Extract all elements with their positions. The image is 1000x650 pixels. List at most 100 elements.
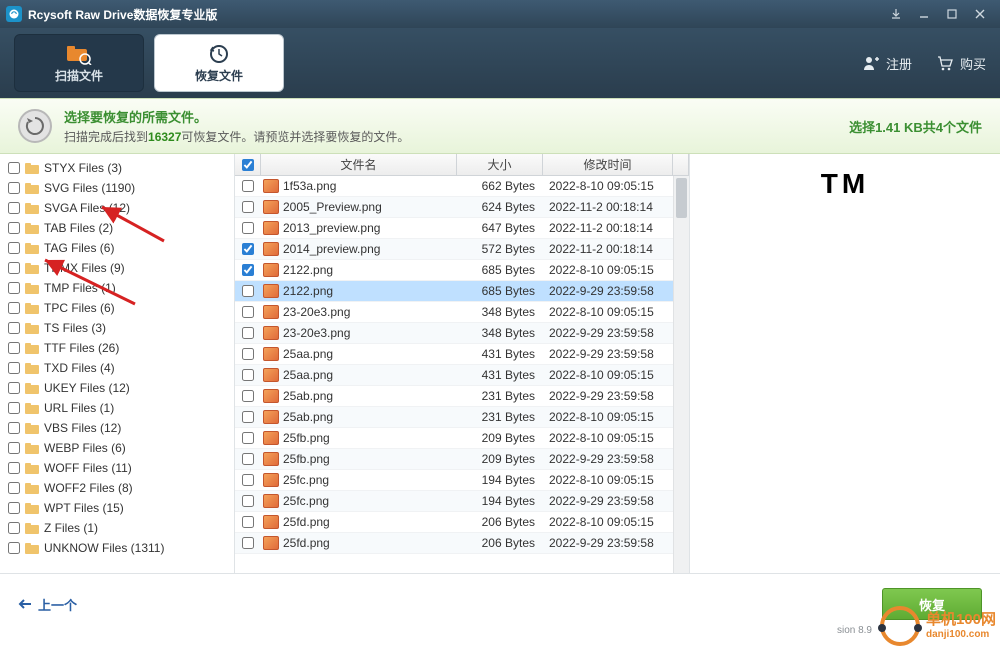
category-item[interactable]: TS Files (3) — [6, 318, 228, 338]
table-row[interactable]: 2005_Preview.png 624 Bytes 2022-11-2 00:… — [235, 197, 673, 218]
minimize-button[interactable] — [910, 4, 938, 24]
table-row[interactable]: 25ab.png 231 Bytes 2022-9-29 23:59:58 — [235, 386, 673, 407]
row-checkbox[interactable] — [242, 369, 254, 381]
category-label: URL Files (1) — [44, 401, 114, 415]
vertical-scrollbar[interactable] — [673, 176, 689, 573]
category-checkbox[interactable] — [8, 362, 20, 374]
table-row[interactable]: 23-20e3.png 348 Bytes 2022-9-29 23:59:58 — [235, 323, 673, 344]
category-item[interactable]: WEBP Files (6) — [6, 438, 228, 458]
row-checkbox[interactable] — [242, 264, 254, 276]
category-checkbox[interactable] — [8, 182, 20, 194]
download-icon[interactable] — [882, 4, 910, 24]
category-checkbox[interactable] — [8, 202, 20, 214]
category-item[interactable]: Z Files (1) — [6, 518, 228, 538]
category-item[interactable]: TPC Files (6) — [6, 298, 228, 318]
category-item[interactable]: THMX Files (9) — [6, 258, 228, 278]
table-row[interactable]: 25fb.png 209 Bytes 2022-9-29 23:59:58 — [235, 449, 673, 470]
category-item[interactable]: TTF Files (26) — [6, 338, 228, 358]
table-row[interactable]: 2122.png 685 Bytes 2022-8-10 09:05:15 — [235, 260, 673, 281]
category-item[interactable]: UKEY Files (12) — [6, 378, 228, 398]
category-item[interactable]: TMP Files (1) — [6, 278, 228, 298]
tab-scan-files[interactable]: 扫描文件 — [14, 34, 144, 92]
table-row[interactable]: 1f53a.png 662 Bytes 2022-8-10 09:05:15 — [235, 176, 673, 197]
category-checkbox[interactable] — [8, 502, 20, 514]
category-checkbox[interactable] — [8, 462, 20, 474]
category-item[interactable]: WOFF2 Files (8) — [6, 478, 228, 498]
table-row[interactable]: 25fb.png 209 Bytes 2022-8-10 09:05:15 — [235, 428, 673, 449]
table-row[interactable]: 2122.png 685 Bytes 2022-9-29 23:59:58 — [235, 281, 673, 302]
category-item[interactable]: TAB Files (2) — [6, 218, 228, 238]
category-item[interactable]: STYX Files (3) — [6, 158, 228, 178]
row-checkbox[interactable] — [242, 180, 254, 192]
category-item[interactable]: SVG Files (1190) — [6, 178, 228, 198]
category-checkbox[interactable] — [8, 482, 20, 494]
category-item[interactable]: UNKNOW Files (1311) — [6, 538, 228, 558]
buy-button[interactable]: 购买 — [936, 54, 986, 73]
category-panel[interactable]: STYX Files (3) SVG Files (1190) SVGA Fil… — [0, 154, 235, 573]
table-row[interactable]: 25ab.png 231 Bytes 2022-8-10 09:05:15 — [235, 407, 673, 428]
table-row[interactable]: 2013_preview.png 647 Bytes 2022-11-2 00:… — [235, 218, 673, 239]
register-button[interactable]: 注册 — [862, 54, 912, 73]
table-row[interactable]: 25aa.png 431 Bytes 2022-8-10 09:05:15 — [235, 365, 673, 386]
category-checkbox[interactable] — [8, 282, 20, 294]
header-size[interactable]: 大小 — [457, 154, 543, 175]
category-item[interactable]: TXD Files (4) — [6, 358, 228, 378]
table-row[interactable]: 25fc.png 194 Bytes 2022-9-29 23:59:58 — [235, 491, 673, 512]
category-checkbox[interactable] — [8, 162, 20, 174]
table-row[interactable]: 2014_preview.png 572 Bytes 2022-11-2 00:… — [235, 239, 673, 260]
category-checkbox[interactable] — [8, 342, 20, 354]
header-checkbox[interactable] — [235, 154, 261, 175]
category-checkbox[interactable] — [8, 242, 20, 254]
table-row[interactable]: 25fd.png 206 Bytes 2022-8-10 09:05:15 — [235, 512, 673, 533]
category-item[interactable]: WPT Files (15) — [6, 498, 228, 518]
category-checkbox[interactable] — [8, 442, 20, 454]
category-checkbox[interactable] — [8, 402, 20, 414]
category-item[interactable]: VBS Files (12) — [6, 418, 228, 438]
row-checkbox[interactable] — [242, 348, 254, 360]
row-checkbox[interactable] — [242, 390, 254, 402]
row-checkbox[interactable] — [242, 411, 254, 423]
file-time: 2022-9-29 23:59:58 — [543, 389, 673, 403]
close-button[interactable] — [966, 4, 994, 24]
category-checkbox[interactable] — [8, 522, 20, 534]
table-row[interactable]: 23-20e3.png 348 Bytes 2022-8-10 09:05:15 — [235, 302, 673, 323]
row-checkbox[interactable] — [242, 306, 254, 318]
category-item[interactable]: TAG Files (6) — [6, 238, 228, 258]
category-checkbox[interactable] — [8, 382, 20, 394]
category-checkbox[interactable] — [8, 262, 20, 274]
row-checkbox[interactable] — [242, 222, 254, 234]
row-checkbox[interactable] — [242, 285, 254, 297]
row-checkbox[interactable] — [242, 243, 254, 255]
category-item[interactable]: SVGA Files (12) — [6, 198, 228, 218]
row-checkbox[interactable] — [242, 201, 254, 213]
back-button[interactable]: 上一个 — [18, 595, 77, 614]
category-item[interactable]: WOFF Files (11) — [6, 458, 228, 478]
header-time[interactable]: 修改时间 — [543, 154, 673, 175]
row-checkbox[interactable] — [242, 474, 254, 486]
table-body[interactable]: 1f53a.png 662 Bytes 2022-8-10 09:05:15 2… — [235, 176, 673, 573]
header-name[interactable]: 文件名 — [261, 154, 457, 175]
row-checkbox[interactable] — [242, 432, 254, 444]
category-label: TXD Files (4) — [44, 361, 115, 375]
category-checkbox[interactable] — [8, 542, 20, 554]
row-checkbox[interactable] — [242, 453, 254, 465]
scrollbar-thumb[interactable] — [676, 178, 687, 218]
category-checkbox[interactable] — [8, 322, 20, 334]
row-checkbox[interactable] — [242, 516, 254, 528]
category-checkbox[interactable] — [8, 422, 20, 434]
category-label: TTF Files (26) — [44, 341, 119, 355]
category-checkbox[interactable] — [8, 222, 20, 234]
file-name: 25fb.png — [283, 431, 330, 445]
table-row[interactable]: 25aa.png 431 Bytes 2022-9-29 23:59:58 — [235, 344, 673, 365]
row-checkbox[interactable] — [242, 327, 254, 339]
table-row[interactable]: 25fc.png 194 Bytes 2022-8-10 09:05:15 — [235, 470, 673, 491]
table-row[interactable]: 25fd.png 206 Bytes 2022-9-29 23:59:58 — [235, 533, 673, 554]
category-item[interactable]: URL Files (1) — [6, 398, 228, 418]
file-size: 231 Bytes — [457, 410, 543, 424]
row-checkbox[interactable] — [242, 537, 254, 549]
folder-icon — [24, 181, 40, 195]
row-checkbox[interactable] — [242, 495, 254, 507]
category-checkbox[interactable] — [8, 302, 20, 314]
tab-recover-files[interactable]: 恢复文件 — [154, 34, 284, 92]
maximize-button[interactable] — [938, 4, 966, 24]
